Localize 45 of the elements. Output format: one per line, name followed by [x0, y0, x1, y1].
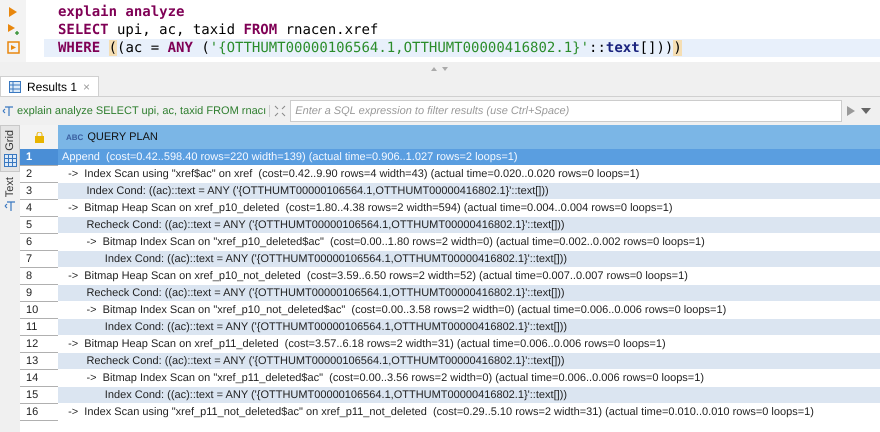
text-icon [4, 200, 16, 212]
row-number[interactable]: 5 [20, 217, 58, 234]
row-number[interactable]: 7 [20, 251, 58, 268]
table-cell[interactable]: Index Cond: ((ac)::text = ANY ('{OTTHUMT00000106564.1,OTTHUMT00000416802.1}'::text[])) [58, 387, 880, 404]
run-icon[interactable] [8, 6, 18, 18]
lock-icon [34, 132, 44, 142]
row-number[interactable]: 9 [20, 285, 58, 302]
explain-plan-icon[interactable] [6, 41, 20, 55]
filter-input[interactable]: Enter a SQL expression to filter results (use Ctrl+Space) [290, 100, 842, 122]
row-number[interactable]: 6 [20, 234, 58, 251]
code-line: SELECT upi, ac, taxid FROM rnacen.xref [57, 21, 380, 39]
table-cell[interactable]: Recheck Cond: ((ac)::text = ANY ('{OTTHUMT00000106564.1,OTTHUMT00000416802.1}'::text[])) [58, 217, 880, 234]
apply-filter-icon[interactable] [846, 105, 856, 117]
type-label: ABC [66, 132, 84, 142]
row-number[interactable]: 14 [20, 370, 58, 387]
table-cell[interactable]: Index Cond: ((ac)::text = ANY ('{OTTHUMT00000106564.1,OTTHUMT00000416802.1}'::text[])) [58, 183, 880, 200]
table-cell[interactable]: Index Cond: ((ac)::text = ANY ('{OTTHUMT00000106564.1,OTTHUMT00000416802.1}'::text[])) [58, 319, 880, 336]
code-line: explain analyze [57, 3, 186, 21]
column-header[interactable]: ABC QUERY PLAN [58, 125, 880, 149]
view-tab[interactable]: Grid [0, 125, 20, 172]
row-number[interactable]: 2 [20, 166, 58, 183]
resize-arrows-icon[interactable] [430, 66, 450, 72]
row-number[interactable]: 3 [20, 183, 58, 200]
grid-icon [4, 154, 16, 167]
dropdown-icon[interactable] [860, 107, 872, 115]
run-script-icon[interactable] [7, 23, 19, 36]
table-cell[interactable]: Recheck Cond: ((ac)::text = ANY ('{OTTHUMT00000106564.1,OTTHUMT00000416802.1}'::text[])) [58, 285, 880, 302]
row-number[interactable]: 4 [20, 200, 58, 217]
text-query-icon [2, 105, 14, 117]
table-icon [9, 80, 21, 92]
row-number[interactable]: 15 [20, 387, 58, 404]
results-tab[interactable]: Results 1 × [0, 76, 100, 96]
column-title: QUERY PLAN [87, 131, 158, 143]
query-text: explain analyze SELECT upi, ac, taxid FROM rnacı [17, 105, 266, 117]
expand-icon[interactable] [274, 105, 286, 117]
row-number[interactable]: 10 [20, 302, 58, 319]
row-number[interactable]: 11 [20, 319, 58, 336]
table-cell[interactable]: Index Cond: ((ac)::text = ANY ('{OTTHUMT00000106564.1,OTTHUMT00000416802.1}'::text[])) [58, 251, 880, 268]
row-number[interactable]: 12 [20, 336, 58, 353]
view-tab[interactable]: Text [0, 172, 20, 217]
table-cell[interactable]: Recheck Cond: ((ac)::text = ANY ('{OTTHUMT00000106564.1,OTTHUMT00000416802.1}'::text[])) [58, 353, 880, 370]
row-number[interactable]: 16 [20, 404, 58, 421]
row-number[interactable]: 13 [20, 353, 58, 370]
row-number[interactable]: 8 [20, 268, 58, 285]
results-tab-label: Results 1 [27, 80, 78, 94]
